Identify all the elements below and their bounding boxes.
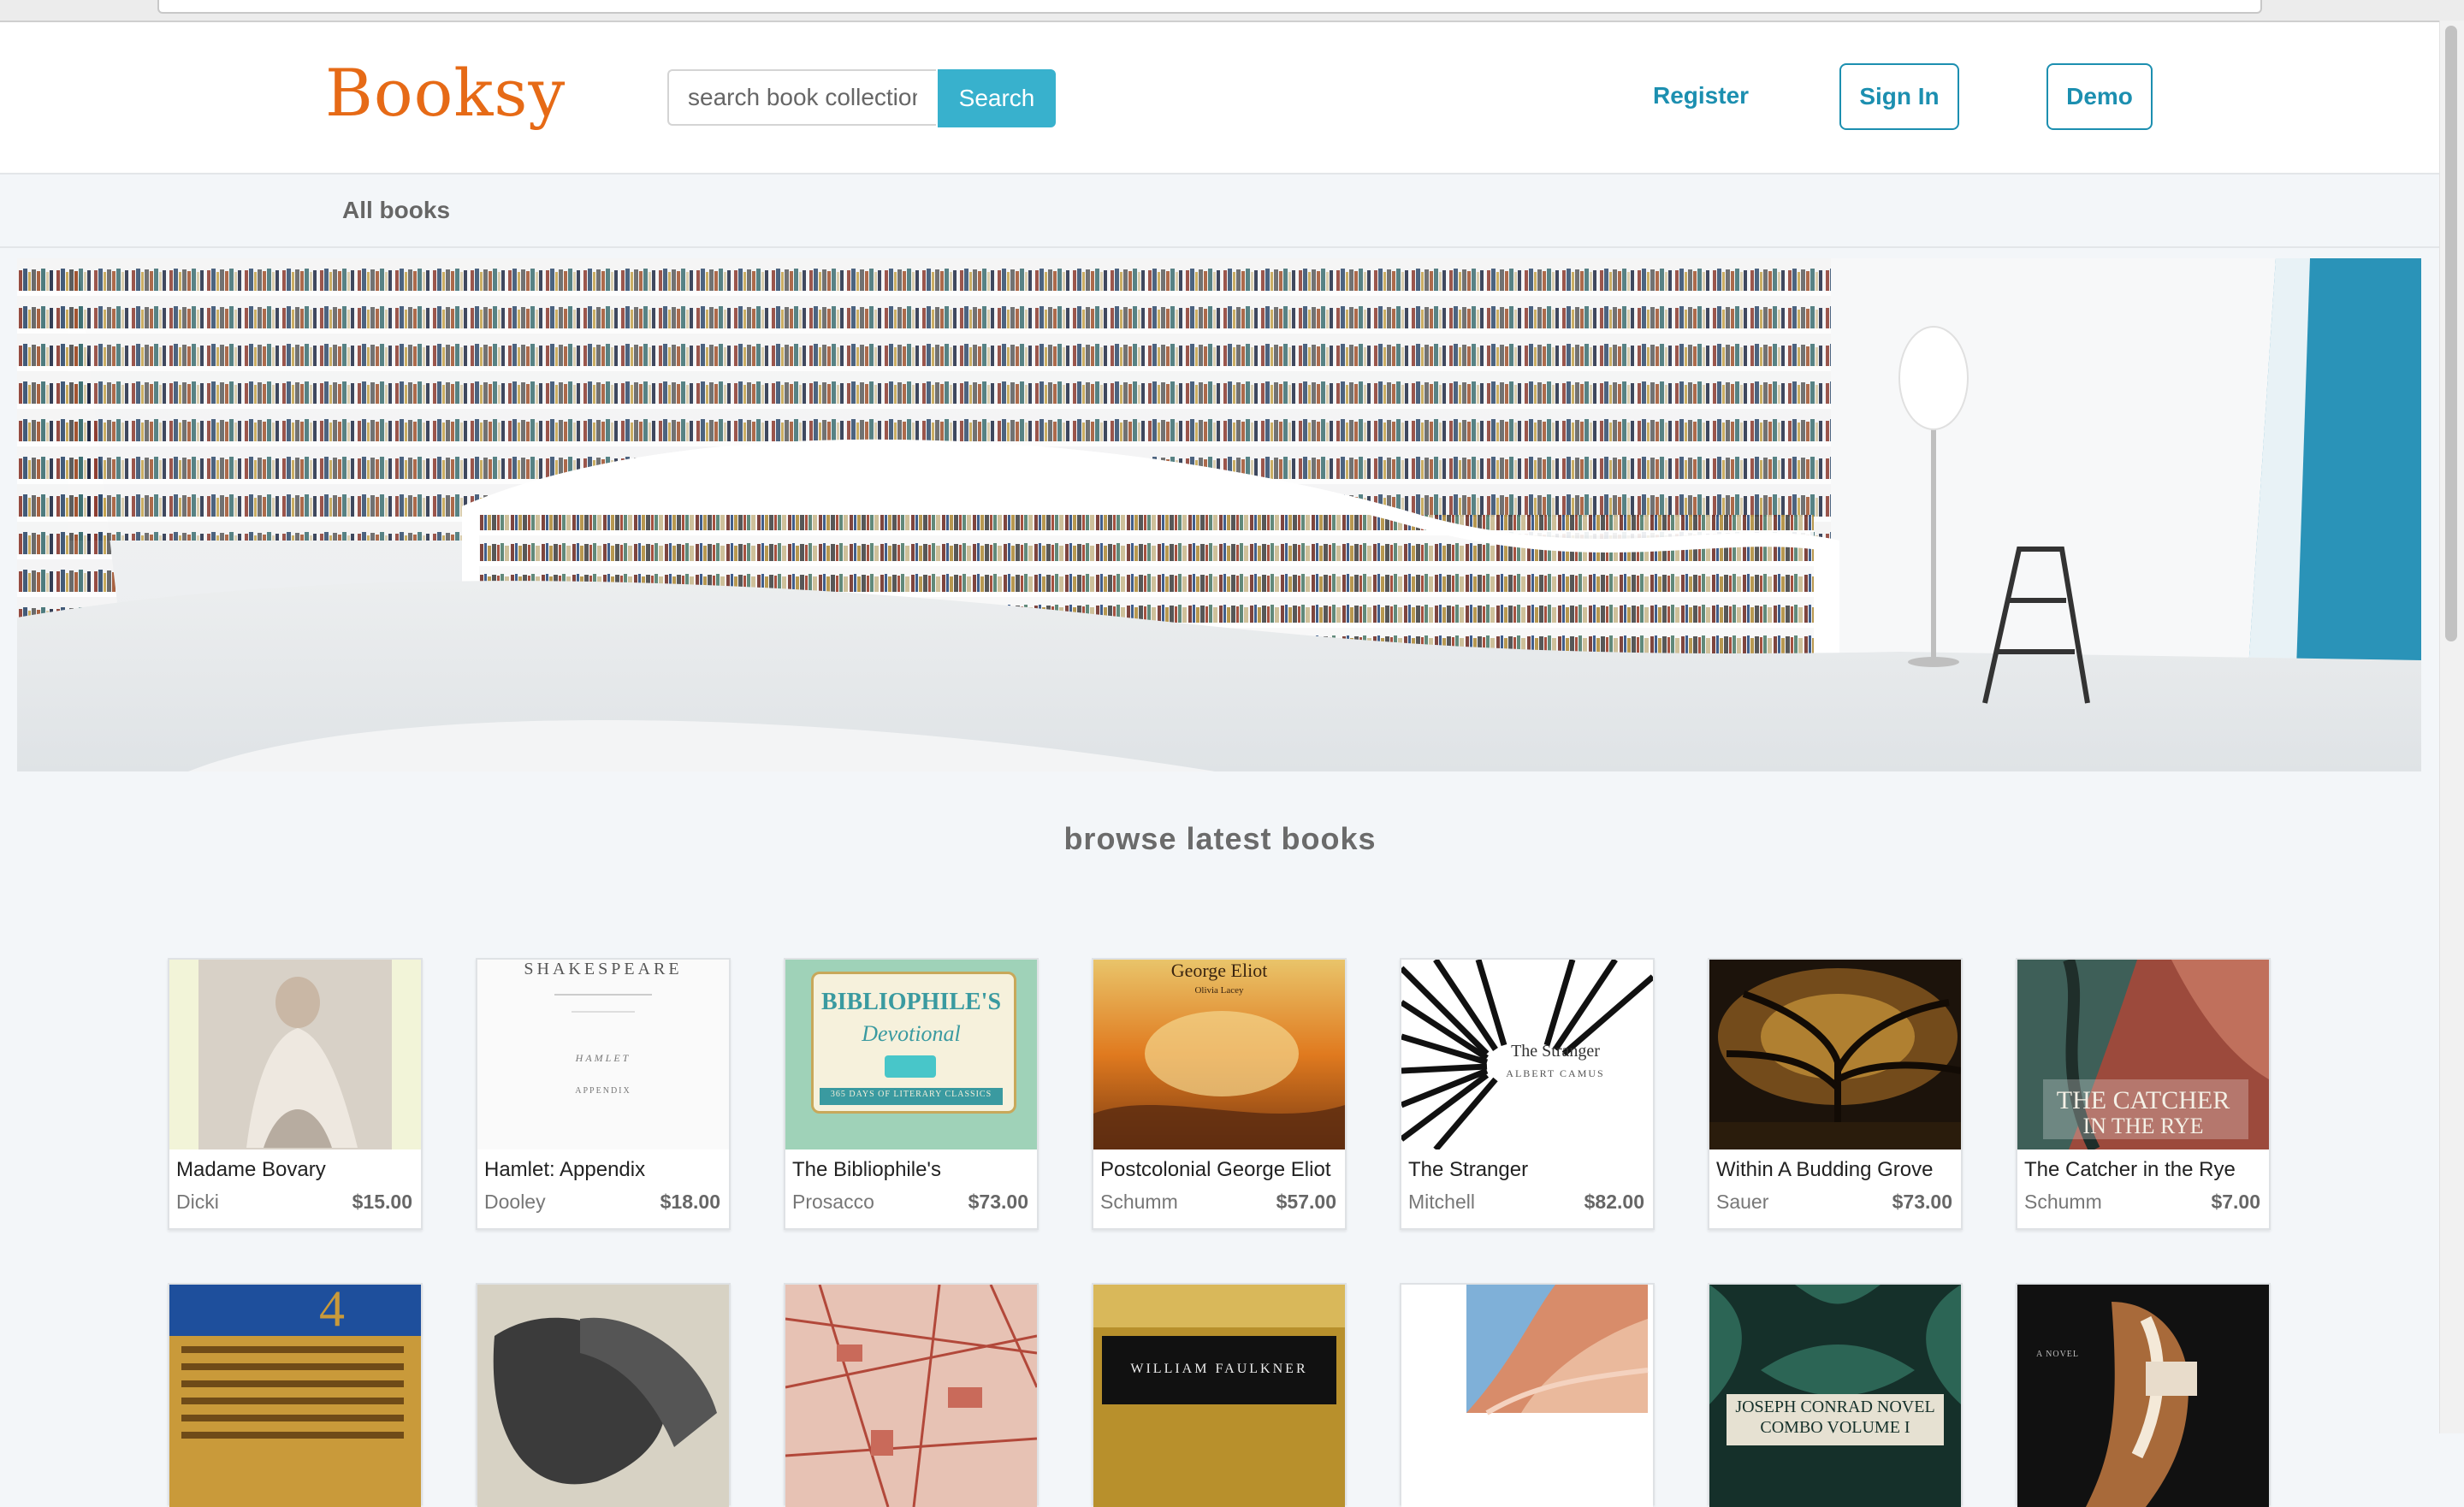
book-cover-image: George Eliot Olivia Lacey [1093,960,1345,1149]
book-card[interactable]: George Eliot Olivia Lacey Postcolonial G… [1092,958,1347,1230]
book-card[interactable]: SHAKESPEARE HAMLET APPENDIX Hamlet: Appe… [476,958,731,1230]
address-bar[interactable] [157,0,2262,14]
cover-art [2017,1285,2269,1507]
book-title: Madame Bovary [176,1158,326,1181]
book-author: Sauer [1716,1191,1769,1213]
book-cover-image: SHAKESPEARE HAMLET APPENDIX [477,960,729,1149]
sign-in-button[interactable]: Sign In [1839,63,1959,130]
book-price: $7.00 [2211,1191,2260,1213]
book-cover-image [169,960,421,1149]
cover-rule [554,994,652,996]
cover-subtitle-text: COMBO VOLUME I [1760,1418,1910,1437]
book-price: $57.00 [1276,1191,1336,1213]
cover-book-icon [885,1055,936,1078]
site-header: Booksy Search Register Sign In Demo [0,22,2440,174]
sub-navigation: All books [0,174,2440,248]
cover-art [1709,1285,1961,1507]
book-cover-image: WILLIAM FAULKNER [1093,1285,1345,1507]
book-cover-image: 4 [169,1285,421,1507]
book-card[interactable]: Madame Bovary Dicki $15.00 [168,958,423,1230]
book-author: Dicki [176,1191,219,1213]
book-price: $73.00 [1892,1191,1952,1213]
cover-art [1709,960,1961,1149]
browser-toolbar [0,0,2464,22]
cover-banner-text: 365 DAYS OF LITERARY CLASSICS [830,1090,992,1099]
cover-art [1093,1285,1345,1507]
cover-subtitle-text: Devotional [862,1021,961,1046]
book-card[interactable] [476,1283,731,1507]
cover-art [785,1285,1037,1507]
book-card[interactable] [1400,1283,1655,1507]
book-title: The Bibliophile's [792,1158,942,1181]
book-cover-image: JOSEPH CONRAD NOVEL COMBO VOLUME I [1709,1285,1961,1507]
cover-title-text: THE CATCHER [2056,1086,2230,1114]
cover-title-text: JOSEPH CONRAD NOVEL [1735,1398,1935,1416]
cover-title-text: The Stranger [1511,1042,1600,1061]
book-cover-image [1709,960,1961,1149]
cover-subtitle-text: APPENDIX [575,1086,631,1096]
book-cover-image: THE CATCHER IN THE RYE [2017,960,2269,1149]
cover-subtitle-text: ALBERT CAMUS [1506,1067,1605,1079]
cover-subtitle-text: A NOVEL [2035,1350,2080,1359]
book-title: Hamlet: Appendix [484,1158,646,1181]
search-button[interactable]: Search [938,69,1056,127]
library-illustration [17,258,2421,771]
cover-rule [572,1011,635,1013]
book-cover-image [477,1285,729,1507]
cover-title-text: George Eliot [1170,960,1268,981]
book-author: Mitchell [1408,1191,1475,1213]
book-title: The Catcher in the Rye [2024,1158,2236,1181]
register-link[interactable]: Register [1653,82,1749,109]
book-card[interactable]: A NOVEL [2016,1283,2271,1507]
book-cover-image [785,1285,1037,1507]
book-card[interactable]: WILLIAM FAULKNER [1092,1283,1347,1507]
book-author: Schumm [2024,1191,2102,1213]
book-title: Postcolonial George Eliot [1100,1158,1331,1181]
book-card[interactable]: The Stranger ALBERT CAMUS The Stranger M… [1400,958,1655,1230]
book-price: $15.00 [352,1191,412,1213]
book-author: Dooley [484,1191,546,1213]
book-cover-image: The Stranger ALBERT CAMUS [1401,960,1653,1149]
cover-subtitle-text: IN THE RYE [2082,1114,2204,1138]
book-cover-image: BIBLIOPHILE'S Devotional 365 DAYS OF LIT… [785,960,1037,1149]
scrollbar-thumb[interactable] [2445,26,2457,641]
book-price: $82.00 [1584,1191,1644,1213]
nav-all-books[interactable]: All books [342,197,450,224]
cover-subtitle-text: Olivia Lacey [1194,985,1244,996]
cover-subtitle-text: HAMLET [575,1052,631,1064]
book-card[interactable]: BIBLIOPHILE'S Devotional 365 DAYS OF LIT… [784,958,1039,1230]
cover-art [477,1285,729,1507]
book-author: Schumm [1100,1191,1178,1213]
site-logo[interactable]: Booksy [325,55,566,131]
book-card[interactable]: JOSEPH CONRAD NOVEL COMBO VOLUME I [1708,1283,1963,1507]
book-author: Prosacco [792,1191,874,1213]
book-card[interactable]: 4 [168,1283,423,1507]
book-card[interactable]: THE CATCHER IN THE RYE The Catcher in th… [2016,958,2271,1230]
section-title: browse latest books [1063,821,1377,856]
book-price: $18.00 [660,1191,720,1213]
search-input[interactable] [667,69,936,126]
cover-title-text: BIBLIOPHILE'S [820,989,1002,1015]
hero-library-image [17,258,2421,771]
book-title: The Stranger [1408,1158,1529,1181]
book-cover-image: A NOVEL [2017,1285,2269,1507]
book-cover-image [1401,1285,1653,1507]
cover-art [169,960,421,1149]
book-title: Within A Budding Grove [1716,1158,1934,1181]
page-scrollbar[interactable] [2439,21,2464,1433]
demo-button[interactable]: Demo [2046,63,2153,130]
cover-title-text: SHAKESPEARE [524,960,683,978]
cover-title-text: WILLIAM FAULKNER [1130,1362,1308,1376]
cover-title-text: 4 [319,1285,345,1337]
book-card[interactable] [784,1283,1039,1507]
cover-art [1466,1285,1649,1415]
book-price: $73.00 [968,1191,1028,1213]
book-card[interactable]: Within A Budding Grove Sauer $73.00 [1708,958,1963,1230]
